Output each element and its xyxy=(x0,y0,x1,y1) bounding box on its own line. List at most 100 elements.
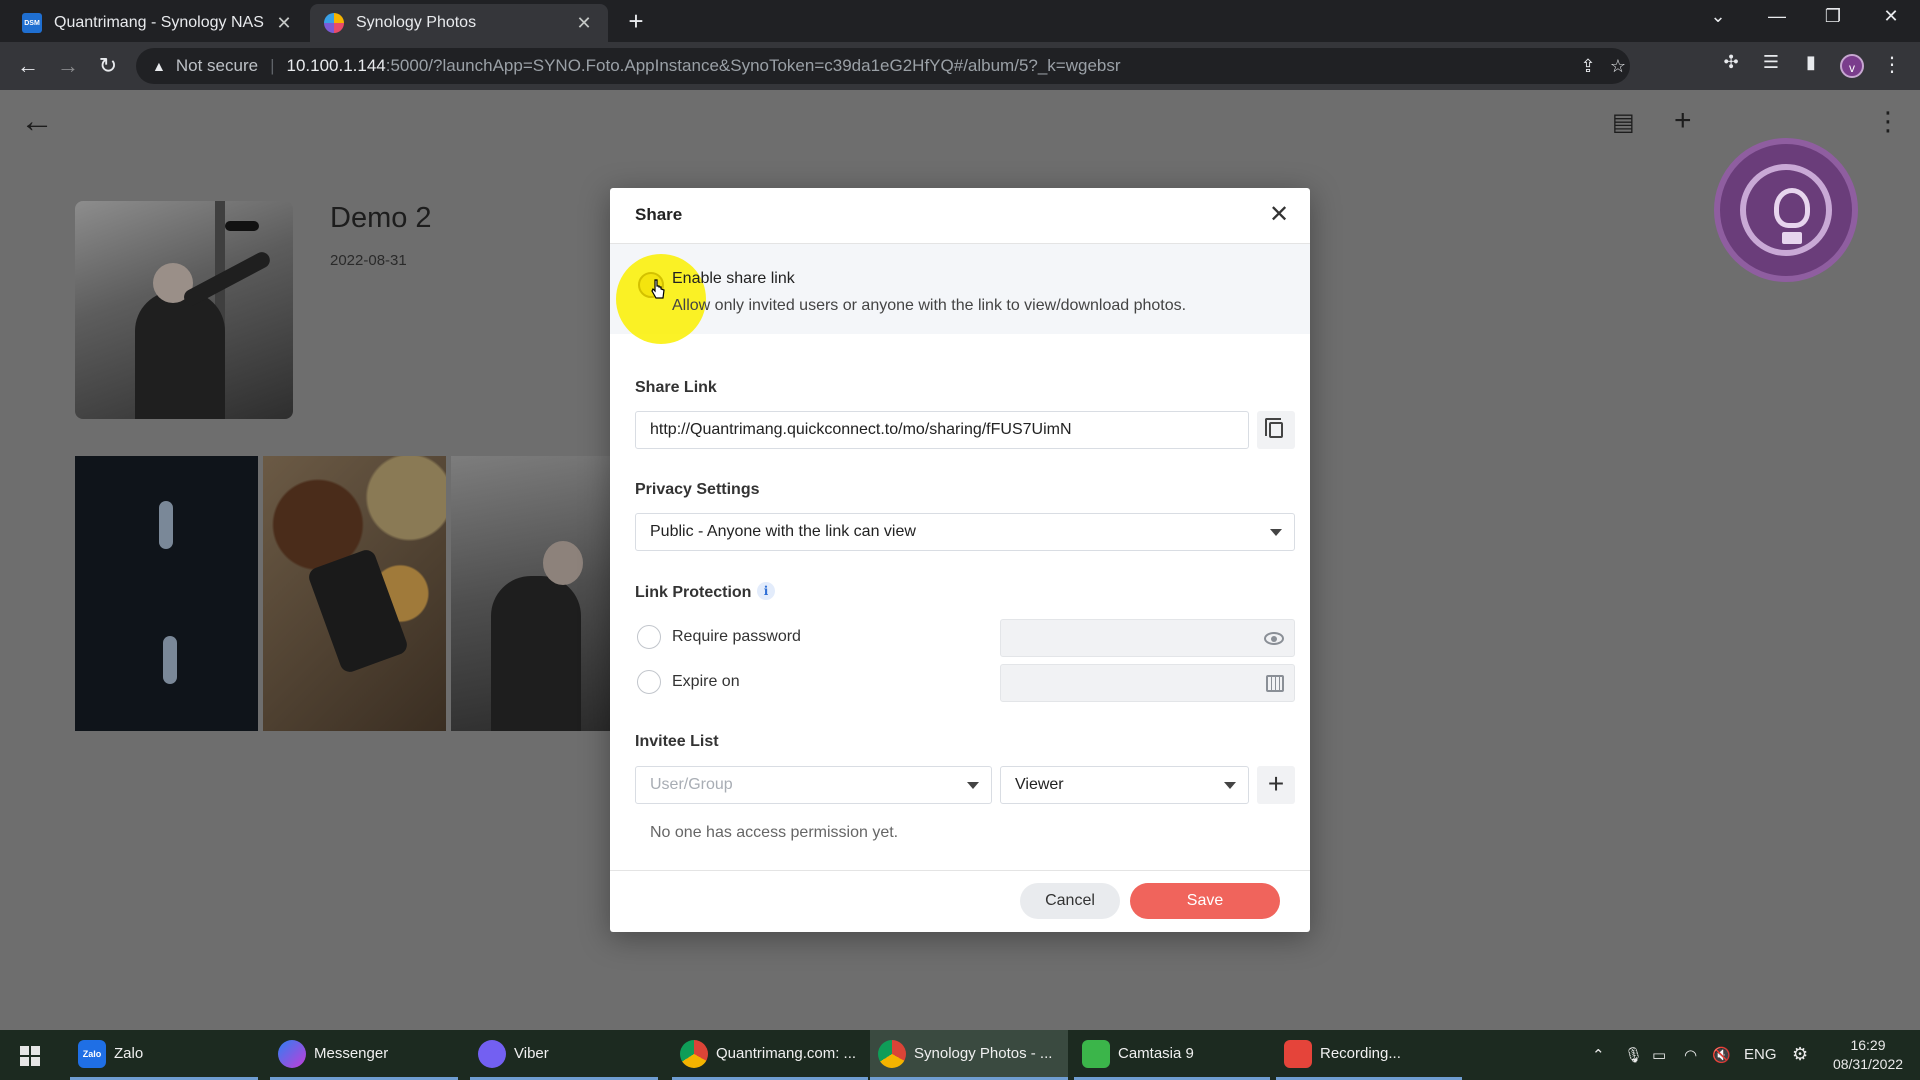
taskbar-item-label: Viber xyxy=(514,1045,549,1062)
taskbar-item-chrome-quantrimang[interactable]: Quantrimang.com: ... xyxy=(672,1030,868,1080)
privacy-settings-dropdown[interactable]: Public - Anyone with the link can view xyxy=(635,513,1295,551)
calendar-icon[interactable] xyxy=(1266,675,1284,692)
clock-date: 08/31/2022 xyxy=(1832,1056,1904,1072)
minimize-window-icon[interactable]: — xyxy=(1762,6,1792,27)
security-status: Not secure xyxy=(175,56,259,75)
url-path: :5000/?launchApp=SYNO.Foto.AppInstance&S… xyxy=(385,56,1121,75)
cancel-button[interactable]: Cancel xyxy=(1020,883,1120,919)
taskbar-item-camtasia[interactable]: Camtasia 9 xyxy=(1074,1030,1270,1080)
taskbar-item-chrome-synology-photos[interactable]: Synology Photos - ... xyxy=(870,1030,1068,1080)
settings-gear-icon[interactable]: ⚙ xyxy=(1792,1044,1808,1065)
reading-list-icon[interactable]: ☰ xyxy=(1758,52,1784,73)
speaker-muted-icon[interactable]: 🔇 xyxy=(1712,1046,1731,1064)
require-password-checkbox[interactable] xyxy=(637,625,661,649)
taskbar-item-zalo[interactable]: Zalo Zalo xyxy=(70,1030,258,1080)
browser-tab-bar: DSM Quantrimang - Synology NAS ✕ Synolog… xyxy=(0,0,1920,42)
require-password-label[interactable]: Require password xyxy=(672,628,801,646)
browser-menu-icon[interactable]: ⋮ xyxy=(1882,52,1902,77)
add-icon[interactable]: + xyxy=(1674,104,1692,138)
user-group-dropdown[interactable]: User/Group xyxy=(635,766,992,804)
language-indicator[interactable]: ENG xyxy=(1744,1046,1777,1063)
taskbar-item-recording[interactable]: Recording... xyxy=(1276,1030,1462,1080)
close-tab-icon[interactable]: ✕ xyxy=(574,13,594,34)
share-link-field[interactable]: http://Quantrimang.quickconnect.to/mo/sh… xyxy=(635,411,1249,449)
browser-tab-synology-photos[interactable]: Synology Photos ✕ xyxy=(310,4,608,42)
address-separator: | xyxy=(270,56,275,75)
upload-file-icon[interactable]: ▤ xyxy=(1612,108,1635,137)
dialog-footer: Cancel Save xyxy=(610,870,1310,932)
tab-search-icon[interactable]: ⌄ xyxy=(1703,6,1733,27)
show-hidden-icons-chevron-icon[interactable]: ⌃ xyxy=(1592,1046,1605,1064)
restore-window-icon[interactable]: ❐ xyxy=(1818,6,1848,27)
side-panel-icon[interactable]: ▮ xyxy=(1798,52,1824,73)
viber-icon xyxy=(478,1039,506,1068)
back-icon[interactable]: ← xyxy=(14,52,42,80)
messenger-icon xyxy=(278,1039,306,1068)
taskbar-item-label: Quantrimang.com: ... xyxy=(716,1045,857,1062)
more-options-icon[interactable]: ⋮ xyxy=(1875,106,1901,137)
battery-icon[interactable]: ▭ xyxy=(1652,1046,1666,1064)
role-dropdown[interactable]: Viewer xyxy=(1000,766,1249,804)
photo-thumbnail[interactable] xyxy=(263,456,446,731)
enable-share-link-label[interactable]: Enable share link xyxy=(672,270,795,288)
taskbar-item-messenger[interactable]: Messenger xyxy=(270,1030,458,1080)
hand-cursor-icon xyxy=(651,279,665,299)
clock-time: 16:29 xyxy=(1850,1037,1886,1053)
invitee-list-label: Invitee List xyxy=(635,733,719,750)
taskbar-item-viber[interactable]: Viber xyxy=(470,1030,658,1080)
zalo-icon: Zalo xyxy=(78,1039,106,1068)
recorder-icon xyxy=(1284,1039,1312,1068)
camtasia-icon xyxy=(1082,1039,1110,1068)
info-icon[interactable]: i xyxy=(757,582,775,600)
dialog-header: Share ✕ xyxy=(610,188,1310,244)
password-field[interactable] xyxy=(1000,619,1295,657)
album-back-arrow-icon[interactable]: ← xyxy=(20,102,54,141)
expire-on-label[interactable]: Expire on xyxy=(672,673,740,691)
copy-icon xyxy=(1265,418,1283,438)
dialog-title: Share xyxy=(635,205,683,224)
synology-photos-favicon-icon xyxy=(324,13,344,33)
user-group-placeholder: User/Group xyxy=(650,776,733,793)
system-clock[interactable]: 16:29 08/31/2022 xyxy=(1828,1036,1908,1074)
copy-link-button[interactable] xyxy=(1257,411,1295,449)
caret-down-icon xyxy=(967,782,979,789)
privacy-selected-value: Public - Anyone with the link can view xyxy=(650,523,916,540)
caret-down-icon xyxy=(1224,782,1236,789)
enable-share-link-description: Allow only invited users or anyone with … xyxy=(672,297,1187,314)
extensions-puzzle-icon[interactable]: ✣ xyxy=(1718,52,1744,73)
expire-date-field[interactable] xyxy=(1000,664,1295,702)
wifi-icon[interactable]: ◠ xyxy=(1684,1046,1697,1064)
close-tab-icon[interactable]: ✕ xyxy=(274,13,294,34)
add-invitee-button[interactable]: + xyxy=(1257,766,1295,804)
enable-share-link-panel: Enable share link Allow only invited use… xyxy=(610,244,1310,344)
show-password-eye-icon[interactable] xyxy=(1264,632,1284,645)
taskbar-item-label: Messenger xyxy=(314,1045,389,1062)
chrome-icon xyxy=(878,1039,906,1068)
windows-start-icon[interactable] xyxy=(20,1046,40,1066)
link-protection-label: Link Protection xyxy=(635,584,752,601)
photo-thumbnail[interactable] xyxy=(451,456,611,731)
browser-tab-synology-nas[interactable]: DSM Quantrimang - Synology NAS ✕ xyxy=(8,4,308,42)
save-button[interactable]: Save xyxy=(1130,883,1280,919)
windows-taskbar: Zalo Zalo Messenger Viber Quantrimang.co… xyxy=(0,1030,1920,1080)
album-date: 2022-08-31 xyxy=(330,252,407,269)
profile-avatar[interactable]: v xyxy=(1840,54,1864,78)
address-bar[interactable]: ▲ Not secure | 10.100.1.144 :5000/?launc… xyxy=(136,48,1630,84)
close-icon[interactable]: ✕ xyxy=(1264,200,1294,230)
album-cover-image[interactable] xyxy=(75,201,293,419)
privacy-settings-label: Privacy Settings xyxy=(635,481,760,498)
tab-title: Quantrimang - Synology NAS xyxy=(54,14,264,31)
share-page-icon[interactable]: ⇪ xyxy=(1576,56,1600,77)
taskbar-item-label: Zalo xyxy=(114,1045,144,1062)
tab-title: Synology Photos xyxy=(356,14,477,31)
new-tab-button[interactable]: + xyxy=(622,8,650,36)
close-window-icon[interactable]: ✕ xyxy=(1876,6,1906,27)
microphone-icon[interactable]: 🎙 xyxy=(1624,1046,1643,1064)
bookmark-star-icon[interactable]: ☆ xyxy=(1606,56,1630,77)
caret-down-icon xyxy=(1270,529,1282,536)
share-link-url: http://Quantrimang.quickconnect.to/mo/sh… xyxy=(650,421,1072,438)
photo-thumbnail[interactable] xyxy=(75,456,258,731)
expire-on-checkbox[interactable] xyxy=(637,670,661,694)
reload-icon[interactable]: ↻ xyxy=(94,52,122,80)
forward-icon[interactable]: → xyxy=(54,52,82,80)
